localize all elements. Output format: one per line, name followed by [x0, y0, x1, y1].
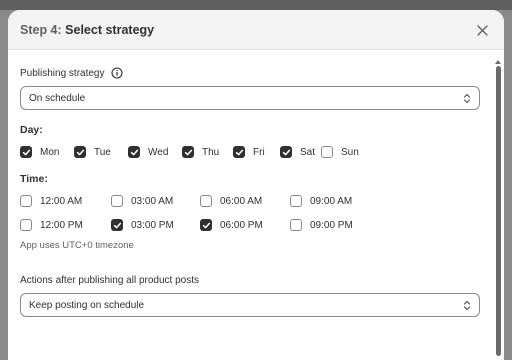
day-title: Day:	[20, 124, 43, 136]
checkbox-option[interactable]: Sat	[280, 146, 321, 158]
modal-title: Step 4: Select strategy	[20, 23, 154, 37]
checkbox-label: Wed	[148, 146, 169, 158]
publishing-strategy-label: Publishing strategy	[20, 67, 105, 79]
checkbox-label: 06:00 AM	[220, 195, 263, 207]
checkmark-icon	[22, 149, 30, 155]
checkbox-unchecked[interactable]	[290, 219, 302, 231]
scrollbar[interactable]	[495, 60, 501, 360]
select-chevrons-icon	[463, 300, 471, 310]
select-strategy-modal: Step 4: Select strategy Publishing strat…	[8, 10, 504, 360]
scrollbar-thumb[interactable]	[496, 66, 501, 356]
checkbox-checked[interactable]	[128, 146, 140, 158]
checkbox-option[interactable]: 09:00 PM	[290, 219, 380, 231]
time-checkbox-row-pm: 12:00 PM 03:00 PM 06:00 PM 09:00 PM	[20, 217, 480, 233]
checkmark-icon	[113, 222, 121, 228]
checkbox-label: Mon	[40, 146, 60, 158]
actions-after-label: Actions after publishing all product pos…	[20, 274, 199, 286]
step-label: Step 4:	[20, 22, 62, 37]
close-button[interactable]	[474, 22, 490, 38]
checkbox-checked[interactable]	[200, 219, 212, 231]
title-text: Select strategy	[65, 22, 155, 37]
checkmark-icon	[130, 149, 138, 155]
checkbox-unchecked[interactable]	[200, 195, 212, 207]
checkmark-icon	[282, 149, 290, 155]
checkbox-checked[interactable]	[20, 146, 32, 158]
backdrop	[0, 0, 512, 10]
publishing-strategy-label-row: Publishing strategy	[20, 66, 480, 80]
checkbox-label: 03:00 AM	[131, 195, 174, 207]
checkbox-option[interactable]: 06:00 PM	[200, 219, 290, 231]
actions-after-label-row: Actions after publishing all product pos…	[20, 273, 480, 287]
actions-after-select[interactable]: Keep posting on schedule	[20, 293, 480, 317]
scroll-up-arrow[interactable]	[495, 60, 501, 64]
checkbox-option[interactable]: Thu	[182, 146, 233, 158]
checkbox-checked[interactable]	[111, 219, 123, 231]
info-icon[interactable]	[110, 67, 123, 79]
timezone-note: App uses UTC+0 timezone	[20, 240, 134, 251]
checkbox-option[interactable]: Fri	[233, 146, 280, 158]
checkbox-label: Fri	[253, 146, 265, 158]
checkbox-checked[interactable]	[182, 146, 194, 158]
checkbox-label: 12:00 AM	[40, 195, 83, 207]
checkbox-option[interactable]: 03:00 PM	[111, 219, 200, 231]
checkmark-icon	[76, 149, 84, 155]
checkbox-option[interactable]: 12:00 PM	[20, 219, 111, 231]
checkbox-unchecked[interactable]	[111, 195, 123, 207]
checkbox-option[interactable]: Wed	[128, 146, 182, 158]
checkbox-label: 06:00 PM	[220, 219, 263, 231]
checkbox-checked[interactable]	[233, 146, 245, 158]
checkbox-option[interactable]: Sun	[321, 146, 371, 158]
publishing-strategy-select[interactable]: On schedule	[20, 86, 480, 110]
checkbox-checked[interactable]	[280, 146, 292, 158]
checkbox-unchecked[interactable]	[20, 195, 32, 207]
day-checkbox-row: Mon Tue Wed Thu Fri Sat Sun	[20, 144, 480, 160]
checkbox-label: Tue	[94, 146, 111, 158]
checkbox-option[interactable]: 06:00 AM	[200, 195, 290, 207]
select-chevrons-icon	[463, 93, 471, 103]
checkbox-label: 09:00 PM	[310, 219, 353, 231]
modal-header: Step 4: Select strategy	[8, 10, 504, 50]
checkbox-option[interactable]: 12:00 AM	[20, 195, 111, 207]
checkbox-option[interactable]: 03:00 AM	[111, 195, 200, 207]
checkbox-label: Thu	[202, 146, 220, 158]
time-title: Time:	[20, 173, 48, 185]
actions-after-value: Keep posting on schedule	[29, 299, 145, 311]
checkmark-icon	[184, 149, 192, 155]
checkbox-label: 12:00 PM	[40, 219, 83, 231]
modal-body: Publishing strategy On schedule Day: Mon…	[20, 60, 480, 317]
checkbox-option[interactable]: Mon	[20, 146, 74, 158]
checkbox-label: 03:00 PM	[131, 219, 174, 231]
checkbox-unchecked[interactable]	[321, 146, 333, 158]
checkbox-checked[interactable]	[74, 146, 86, 158]
publishing-strategy-value: On schedule	[29, 92, 86, 104]
checkmark-icon	[235, 149, 243, 155]
checkbox-label: Sat	[300, 146, 316, 158]
checkmark-icon	[202, 222, 210, 228]
checkbox-unchecked[interactable]	[20, 219, 32, 231]
checkbox-label: Sun	[341, 146, 359, 158]
checkbox-unchecked[interactable]	[290, 195, 302, 207]
close-icon	[476, 24, 488, 36]
time-checkbox-row-am: 12:00 AM 03:00 AM 06:00 AM 09:00 AM	[20, 193, 480, 209]
checkbox-option[interactable]: Tue	[74, 146, 128, 158]
checkbox-option[interactable]: 09:00 AM	[290, 195, 380, 207]
checkbox-label: 09:00 AM	[310, 195, 353, 207]
